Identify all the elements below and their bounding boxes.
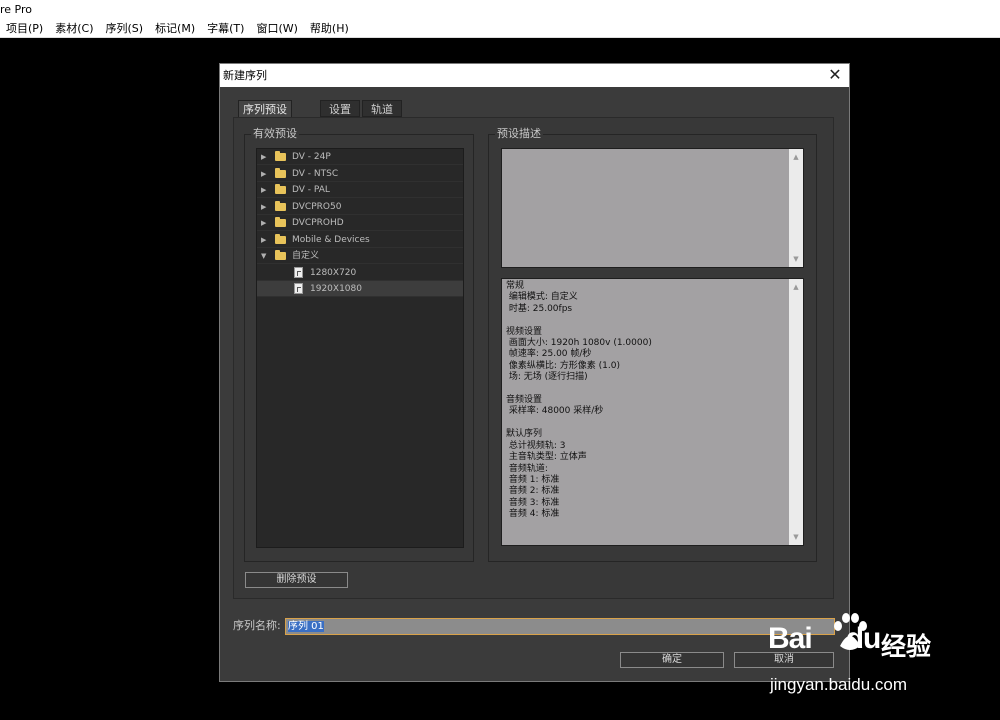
description-line: 音频设置	[506, 395, 543, 406]
tree-item-label: DVCPRO50	[292, 201, 342, 212]
description-line: 主音轨类型: 立体声	[506, 452, 587, 463]
preset-description-label: 预设描述	[495, 127, 543, 141]
tree-item-label: 1280X720	[310, 267, 357, 278]
description-line: 总计视频轨: 3	[506, 440, 566, 451]
tree-preset-1920x1080[interactable]: 1920X1080	[257, 281, 463, 297]
scroll-down-icon[interactable]: ▼	[789, 531, 803, 543]
description-line: 音频 2: 标准	[506, 486, 560, 497]
preset-description-group: 预设描述 ▲ ▼ 常规 编辑模式: 自定义 时基: 25.00fps 视频设置 …	[488, 127, 817, 562]
tree-preset-1280x720[interactable]: 1280X720	[257, 265, 463, 281]
menu-clip[interactable]: 素材(C)	[49, 20, 99, 37]
menu-bar: 项目(P) 素材(C) 序列(S) 标记(M) 字幕(T) 窗口(W) 帮助(H)	[0, 20, 1000, 38]
collapsed-arrow-icon[interactable]: ▶	[261, 182, 269, 198]
collapsed-arrow-icon[interactable]: ▶	[261, 199, 269, 215]
menu-project[interactable]: 项目(P)	[0, 20, 49, 37]
preset-description-box: 常规 编辑模式: 自定义 时基: 25.00fps 视频设置 画面大小: 192…	[501, 278, 804, 546]
description-line	[506, 315, 652, 326]
tree-folder-mobile-devices[interactable]: ▶ Mobile & Devices	[257, 232, 463, 248]
watermark-text: 经验	[881, 632, 932, 661]
tree-item-label: DV - PAL	[292, 185, 330, 195]
watermark-url: jingyan.baidu.com	[770, 675, 908, 694]
preset-description-text: 常规 编辑模式: 自定义 时基: 25.00fps 视频设置 画面大小: 192…	[506, 281, 652, 521]
description-line: 音频轨道:	[506, 463, 548, 474]
folder-icon	[275, 233, 286, 244]
description-line: 画面大小: 1920h 1080v (1.0000)	[506, 338, 652, 349]
delete-preset-button[interactable]: 删除预设	[245, 572, 348, 588]
folder-icon	[275, 250, 286, 260]
close-icon[interactable]: ✕	[827, 64, 843, 87]
tab-tracks[interactable]: 轨道	[362, 100, 402, 117]
scroll-down-icon[interactable]: ▼	[789, 253, 803, 265]
dialog-title-bar: 新建序列 ✕	[220, 64, 849, 87]
tab-panel: 有效预设 ▶ DV - 24P ▶ DV - NTSC ▶ DV - PAL ▶…	[233, 117, 834, 599]
description-line: 场: 无场 (逐行扫描)	[506, 372, 588, 383]
tree-folder-dv-ntsc[interactable]: ▶ DV - NTSC	[257, 166, 463, 182]
collapsed-arrow-icon[interactable]: ▶	[261, 166, 269, 182]
description-line: 编辑模式: 自定义	[506, 292, 578, 303]
description-line: 视频设置	[506, 326, 543, 337]
description-line: 像素纵横比: 方形像素 (1.0)	[506, 360, 620, 371]
folder-icon	[275, 217, 286, 227]
available-presets-label: 有效预设	[251, 127, 299, 141]
sequence-name-input[interactable]: 序列 01	[285, 618, 835, 635]
menu-sequence[interactable]: 序列(S)	[99, 20, 149, 37]
description-line	[506, 418, 652, 429]
ok-button[interactable]: 确定	[620, 652, 724, 668]
description-line: 常规	[506, 281, 525, 291]
collapsed-arrow-icon[interactable]: ▶	[261, 232, 269, 248]
tree-item-label: DV - 24P	[292, 152, 331, 162]
menu-title[interactable]: 字幕(T)	[201, 20, 250, 37]
tree-folder-dvcpro50[interactable]: ▶ DVCPRO50	[257, 199, 463, 215]
dialog-title: 新建序列	[223, 69, 267, 82]
description-line: 帧速率: 25.00 帧/秒	[506, 349, 592, 360]
folder-icon	[275, 184, 286, 194]
paw-icon	[834, 613, 867, 650]
preset-file-icon	[294, 283, 303, 294]
sequence-name-label: 序列名称:	[233, 619, 281, 632]
folder-icon	[275, 167, 286, 178]
app-title-bar: re Pro	[0, 0, 1000, 20]
app-title: re Pro	[0, 3, 32, 16]
collapsed-arrow-icon[interactable]: ▶	[261, 215, 269, 231]
sequence-name-value: 序列 01	[288, 621, 324, 632]
tree-folder-dv-24p[interactable]: ▶ DV - 24P	[257, 149, 463, 165]
tree-item-label: DV - NTSC	[292, 168, 339, 179]
description-line: 音频 1: 标准	[506, 474, 560, 485]
menu-window[interactable]: 窗口(W)	[250, 20, 303, 37]
new-sequence-dialog: 新建序列 ✕ 序列预设 设置 轨道 有效预设 ▶ DV - 24P ▶ DV -…	[219, 63, 850, 682]
tree-item-label: DVCPROHD	[292, 218, 344, 228]
menu-help[interactable]: 帮助(H)	[304, 20, 355, 37]
baidu-jingyan-watermark: Bai du 经验 jingyan.baidu.com	[768, 612, 948, 702]
description-line: 音频 3: 标准	[506, 497, 560, 508]
folder-icon	[275, 200, 286, 211]
description-line: 音频 4: 标准	[506, 509, 560, 520]
description-line: 时基: 25.00fps	[506, 303, 573, 314]
description-line: 默认序列	[506, 429, 543, 440]
description-line: 采样率: 48000 采样/秒	[506, 406, 604, 417]
scrollbar[interactable]: ▲ ▼	[789, 279, 803, 545]
scrollbar[interactable]: ▲ ▼	[789, 149, 803, 267]
folder-icon	[275, 151, 286, 161]
available-presets-group: 有效预设 ▶ DV - 24P ▶ DV - NTSC ▶ DV - PAL ▶…	[244, 127, 474, 562]
scroll-up-icon[interactable]: ▲	[789, 281, 803, 293]
scroll-up-icon[interactable]: ▲	[789, 151, 803, 163]
tree-item-label: Mobile & Devices	[292, 234, 370, 245]
tab-sequence-presets[interactable]: 序列预设	[238, 100, 292, 117]
tree-folder-custom[interactable]: ▼ 自定义	[257, 248, 463, 264]
tree-item-label: 1920X1080	[310, 284, 362, 294]
tree-folder-dv-pal[interactable]: ▶ DV - PAL	[257, 182, 463, 198]
expanded-arrow-icon[interactable]: ▼	[261, 248, 269, 264]
menu-marker[interactable]: 标记(M)	[149, 20, 201, 37]
tree-item-label: 自定义	[292, 251, 320, 261]
description-line	[506, 384, 652, 395]
preset-tree[interactable]: ▶ DV - 24P ▶ DV - NTSC ▶ DV - PAL ▶ DVCP…	[256, 148, 464, 548]
tree-folder-dvcprohd[interactable]: ▶ DVCPROHD	[257, 215, 463, 231]
preset-preview-box: ▲ ▼	[501, 148, 804, 268]
tab-settings[interactable]: 设置	[320, 100, 360, 117]
collapsed-arrow-icon[interactable]: ▶	[261, 149, 269, 165]
preset-file-icon	[294, 266, 303, 278]
